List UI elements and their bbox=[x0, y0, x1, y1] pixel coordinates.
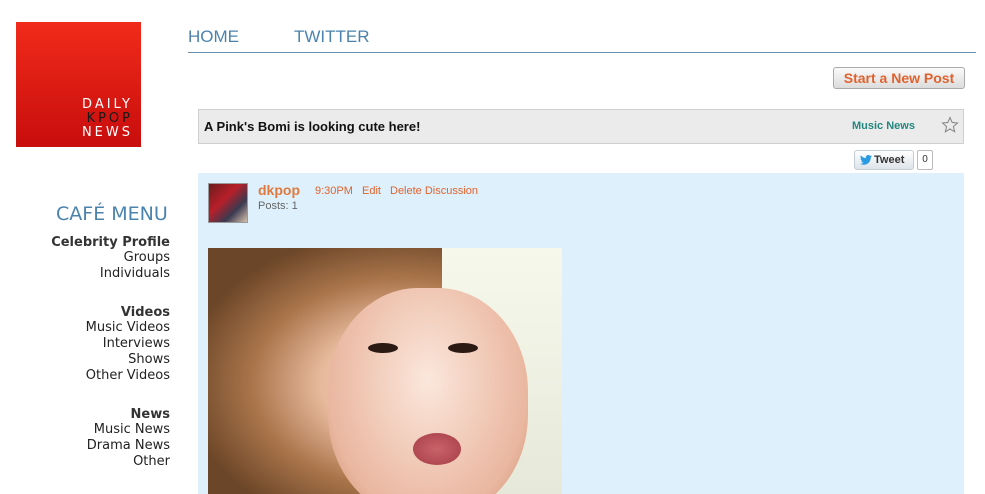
menu-heading-videos: Videos bbox=[120, 305, 170, 320]
menu-item-individuals[interactable]: Individuals bbox=[0, 266, 170, 282]
post-container: dkpop 9:30PM Edit Delete Discussion Post… bbox=[198, 173, 964, 494]
photo-eye-right bbox=[448, 343, 478, 353]
menu-item-drama-news[interactable]: Drama News bbox=[0, 438, 170, 454]
start-new-post-button[interactable]: Start a New Post bbox=[833, 67, 965, 89]
menu-item-other[interactable]: Other bbox=[0, 454, 170, 470]
menu-item-music-news[interactable]: Music News bbox=[0, 422, 170, 438]
delete-discussion-link[interactable]: Delete Discussion bbox=[390, 185, 478, 197]
menu-item-groups[interactable]: Groups bbox=[0, 250, 170, 266]
menu-item-shows[interactable]: Shows bbox=[0, 352, 170, 368]
menu-heading-news: News bbox=[130, 407, 170, 422]
post-count: Posts: 1 bbox=[258, 200, 298, 212]
tweet-count: 0 bbox=[917, 150, 933, 170]
thread-title: A Pink's Bomi is looking cute here! bbox=[204, 119, 421, 134]
menu-item-interviews[interactable]: Interviews bbox=[0, 336, 170, 352]
logo-daily: DAILY bbox=[82, 97, 133, 112]
photo-lips bbox=[413, 433, 461, 465]
author-avatar[interactable] bbox=[208, 183, 248, 223]
thread-title-bar: A Pink's Bomi is looking cute here! Musi… bbox=[198, 109, 964, 144]
post-time: 9:30PM bbox=[315, 185, 353, 197]
cafe-menu: CAFÉ MENU Celebrity Profile Groups Indiv… bbox=[0, 203, 170, 470]
tweet-button[interactable]: Tweet bbox=[854, 150, 914, 170]
top-nav: HOME TWITTER bbox=[188, 27, 976, 53]
menu-heading-celebrity-profile: Celebrity Profile bbox=[51, 235, 170, 250]
logo-news: NEWS bbox=[81, 125, 133, 140]
edit-link[interactable]: Edit bbox=[362, 185, 381, 197]
post-author[interactable]: dkpop bbox=[258, 182, 300, 198]
logo-text: DAILY KPOP NEWS bbox=[53, 98, 133, 140]
thread-category-link[interactable]: Music News bbox=[852, 120, 915, 132]
menu-item-other-videos[interactable]: Other Videos bbox=[0, 368, 170, 384]
menu-item-music-videos[interactable]: Music Videos bbox=[0, 320, 170, 336]
photo-eye-left bbox=[368, 343, 398, 353]
nav-home[interactable]: HOME bbox=[188, 27, 239, 47]
twitter-bird-icon bbox=[860, 155, 872, 165]
logo-kpop: KPOP bbox=[86, 111, 133, 126]
star-icon[interactable] bbox=[941, 116, 959, 134]
site-logo[interactable]: DAILY KPOP NEWS bbox=[16, 22, 141, 147]
post-photo bbox=[208, 248, 562, 494]
tweet-label: Tweet bbox=[874, 154, 905, 166]
nav-twitter[interactable]: TWITTER bbox=[294, 27, 370, 47]
cafe-menu-title: CAFÉ MENU bbox=[56, 203, 168, 225]
